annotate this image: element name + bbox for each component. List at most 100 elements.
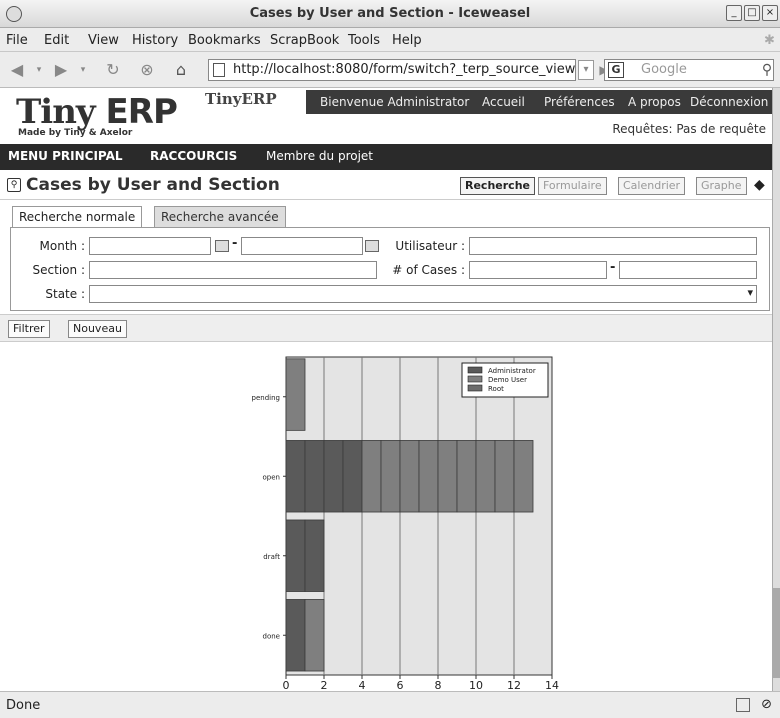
plot-background [285, 356, 553, 676]
month-from-field[interactable] [89, 237, 211, 255]
user-bar: Bienvenue Administrator Accueil Préféren… [306, 90, 772, 114]
state-dropdown-icon[interactable]: ▾ [747, 286, 753, 299]
minimize-icon[interactable]: _ [726, 5, 742, 21]
y-tick-label: done [263, 632, 280, 640]
tab-recherche-normale[interactable]: Recherche normale [12, 206, 143, 228]
legend-label: Demo User [488, 376, 527, 384]
bar-segment [494, 440, 515, 513]
url-bar[interactable]: http://localhost:8080/form/switch?_terp_… [208, 59, 576, 81]
bar-segment [285, 599, 306, 672]
y-tick-label: open [263, 473, 280, 481]
section-label: Section : [32, 263, 85, 277]
month-from-calendar-icon[interactable] [215, 240, 229, 252]
menu-history[interactable]: History [132, 33, 178, 48]
bar-segment [437, 440, 458, 513]
legend-swatch [467, 384, 483, 392]
shortcut-membre-projet[interactable]: Membre du projet [266, 149, 373, 163]
menu-help[interactable]: Help [392, 33, 422, 48]
back-dropdown-icon[interactable]: ▾ [28, 60, 50, 82]
link-deconnexion[interactable]: Déconnexion [690, 95, 768, 109]
bar-segment [361, 440, 382, 513]
status-bar: Done ⊘ [0, 691, 780, 718]
cases-label: # of Cases : [392, 263, 465, 277]
menu-tools[interactable]: Tools [348, 33, 380, 48]
month-to-field[interactable] [241, 237, 363, 255]
link-apropos[interactable]: A propos [628, 95, 681, 109]
section-field[interactable] [89, 261, 377, 279]
scrapbook-status-icon[interactable] [736, 698, 750, 712]
legend-label: Root [488, 385, 504, 393]
menu-view[interactable]: View [88, 33, 119, 48]
view-recherche-button[interactable]: Recherche [460, 177, 535, 195]
bar-segment [285, 358, 306, 431]
cases-to-field[interactable] [619, 261, 757, 279]
x-tick-label: 8 [435, 679, 442, 691]
x-tick-label: 14 [545, 679, 559, 691]
view-formulaire-button[interactable]: Formulaire [538, 177, 607, 195]
view-graphe-button[interactable]: Graphe [696, 177, 747, 195]
tinyerp-small-logo: TinyERP [205, 90, 277, 108]
bar-segment [323, 440, 344, 513]
menu-raccourcis[interactable]: RACCOURCIS [150, 149, 237, 163]
bar-segment [304, 440, 325, 513]
page-scrollbar[interactable] [772, 88, 780, 691]
tab-recherche-avancee[interactable]: Recherche avancée [154, 206, 286, 228]
forward-icon[interactable]: ▶ [50, 60, 72, 82]
legend-swatch [467, 366, 483, 374]
search-input[interactable]: G Google [604, 59, 774, 81]
throbber-icon: ✱ [764, 33, 775, 48]
google-icon[interactable]: G [608, 62, 624, 78]
url-dropdown-icon[interactable]: ▾ [578, 60, 594, 80]
reload-icon[interactable]: ↻ [102, 60, 124, 82]
window-titlebar: Cases by User and Section - Iceweasel _ … [0, 0, 780, 28]
x-tick-label: 2 [321, 679, 328, 691]
bar-segment [475, 440, 496, 513]
link-preferences[interactable]: Préférences [544, 95, 615, 109]
y-tick-label: draft [263, 553, 280, 561]
y-tick-label: pending [252, 394, 280, 402]
x-tick-label: 10 [469, 679, 483, 691]
x-tick-label: 6 [397, 679, 404, 691]
bar-segment [399, 440, 420, 513]
tinyerp-logo[interactable]: Tiny ERP [16, 92, 178, 132]
view-calendrier-button[interactable]: Calendrier [618, 177, 686, 195]
month-range-dash: - [232, 236, 238, 251]
url-text: http://localhost:8080/form/switch?_terp_… [233, 62, 576, 77]
cases-range-dash: - [610, 260, 616, 275]
menu-file[interactable]: File [6, 33, 28, 48]
new-button[interactable]: Nouveau [68, 320, 127, 338]
cases-from-field[interactable] [469, 261, 607, 279]
user-field[interactable] [469, 237, 757, 255]
filter-button[interactable]: Filtrer [8, 320, 50, 338]
window-title: Cases by User and Section - Iceweasel [249, 6, 531, 21]
menu-principal[interactable]: MENU PRINCIPAL [8, 149, 123, 163]
home-icon[interactable]: ⌂ [170, 60, 192, 82]
x-tick-label: 4 [359, 679, 366, 691]
month-to-calendar-icon[interactable] [365, 240, 379, 252]
menu-bookmarks[interactable]: Bookmarks [188, 33, 261, 48]
requests-status[interactable]: Requêtes: Pas de requête [612, 122, 766, 136]
stop-icon[interactable]: ⊗ [136, 60, 158, 82]
legend-swatch [467, 375, 483, 383]
user-label: Utilisateur : [395, 239, 465, 253]
status-text: Done [6, 698, 41, 713]
link-accueil[interactable]: Accueil [482, 95, 525, 109]
logo-subtitle: Made by Tiny & Axelor [18, 128, 133, 138]
maximize-icon[interactable]: □ [744, 5, 760, 21]
menu-scrapbook[interactable]: ScrapBook [270, 33, 339, 48]
back-icon[interactable]: ◀ [6, 60, 28, 82]
page-title: Cases by User and Section [26, 175, 280, 195]
bar-segment [285, 519, 306, 592]
bar-segment [418, 440, 439, 513]
close-icon[interactable]: × [762, 5, 778, 21]
welcome-text: Bienvenue Administrator [320, 95, 470, 109]
forward-dropdown-icon[interactable]: ▾ [72, 60, 94, 82]
menu-edit[interactable]: Edit [44, 33, 69, 48]
state-select[interactable]: ▾ [89, 285, 757, 303]
browser-menubar: File Edit View History Bookmarks ScrapBo… [0, 28, 780, 52]
x-tick-label: 12 [507, 679, 521, 691]
search-icon[interactable]: ⚲ [756, 60, 778, 82]
search-panel: Recherche normale Recherche avancée Mont… [10, 206, 772, 312]
scrollbar-thumb[interactable] [773, 588, 780, 678]
help-icon[interactable]: ◆ [754, 177, 770, 193]
